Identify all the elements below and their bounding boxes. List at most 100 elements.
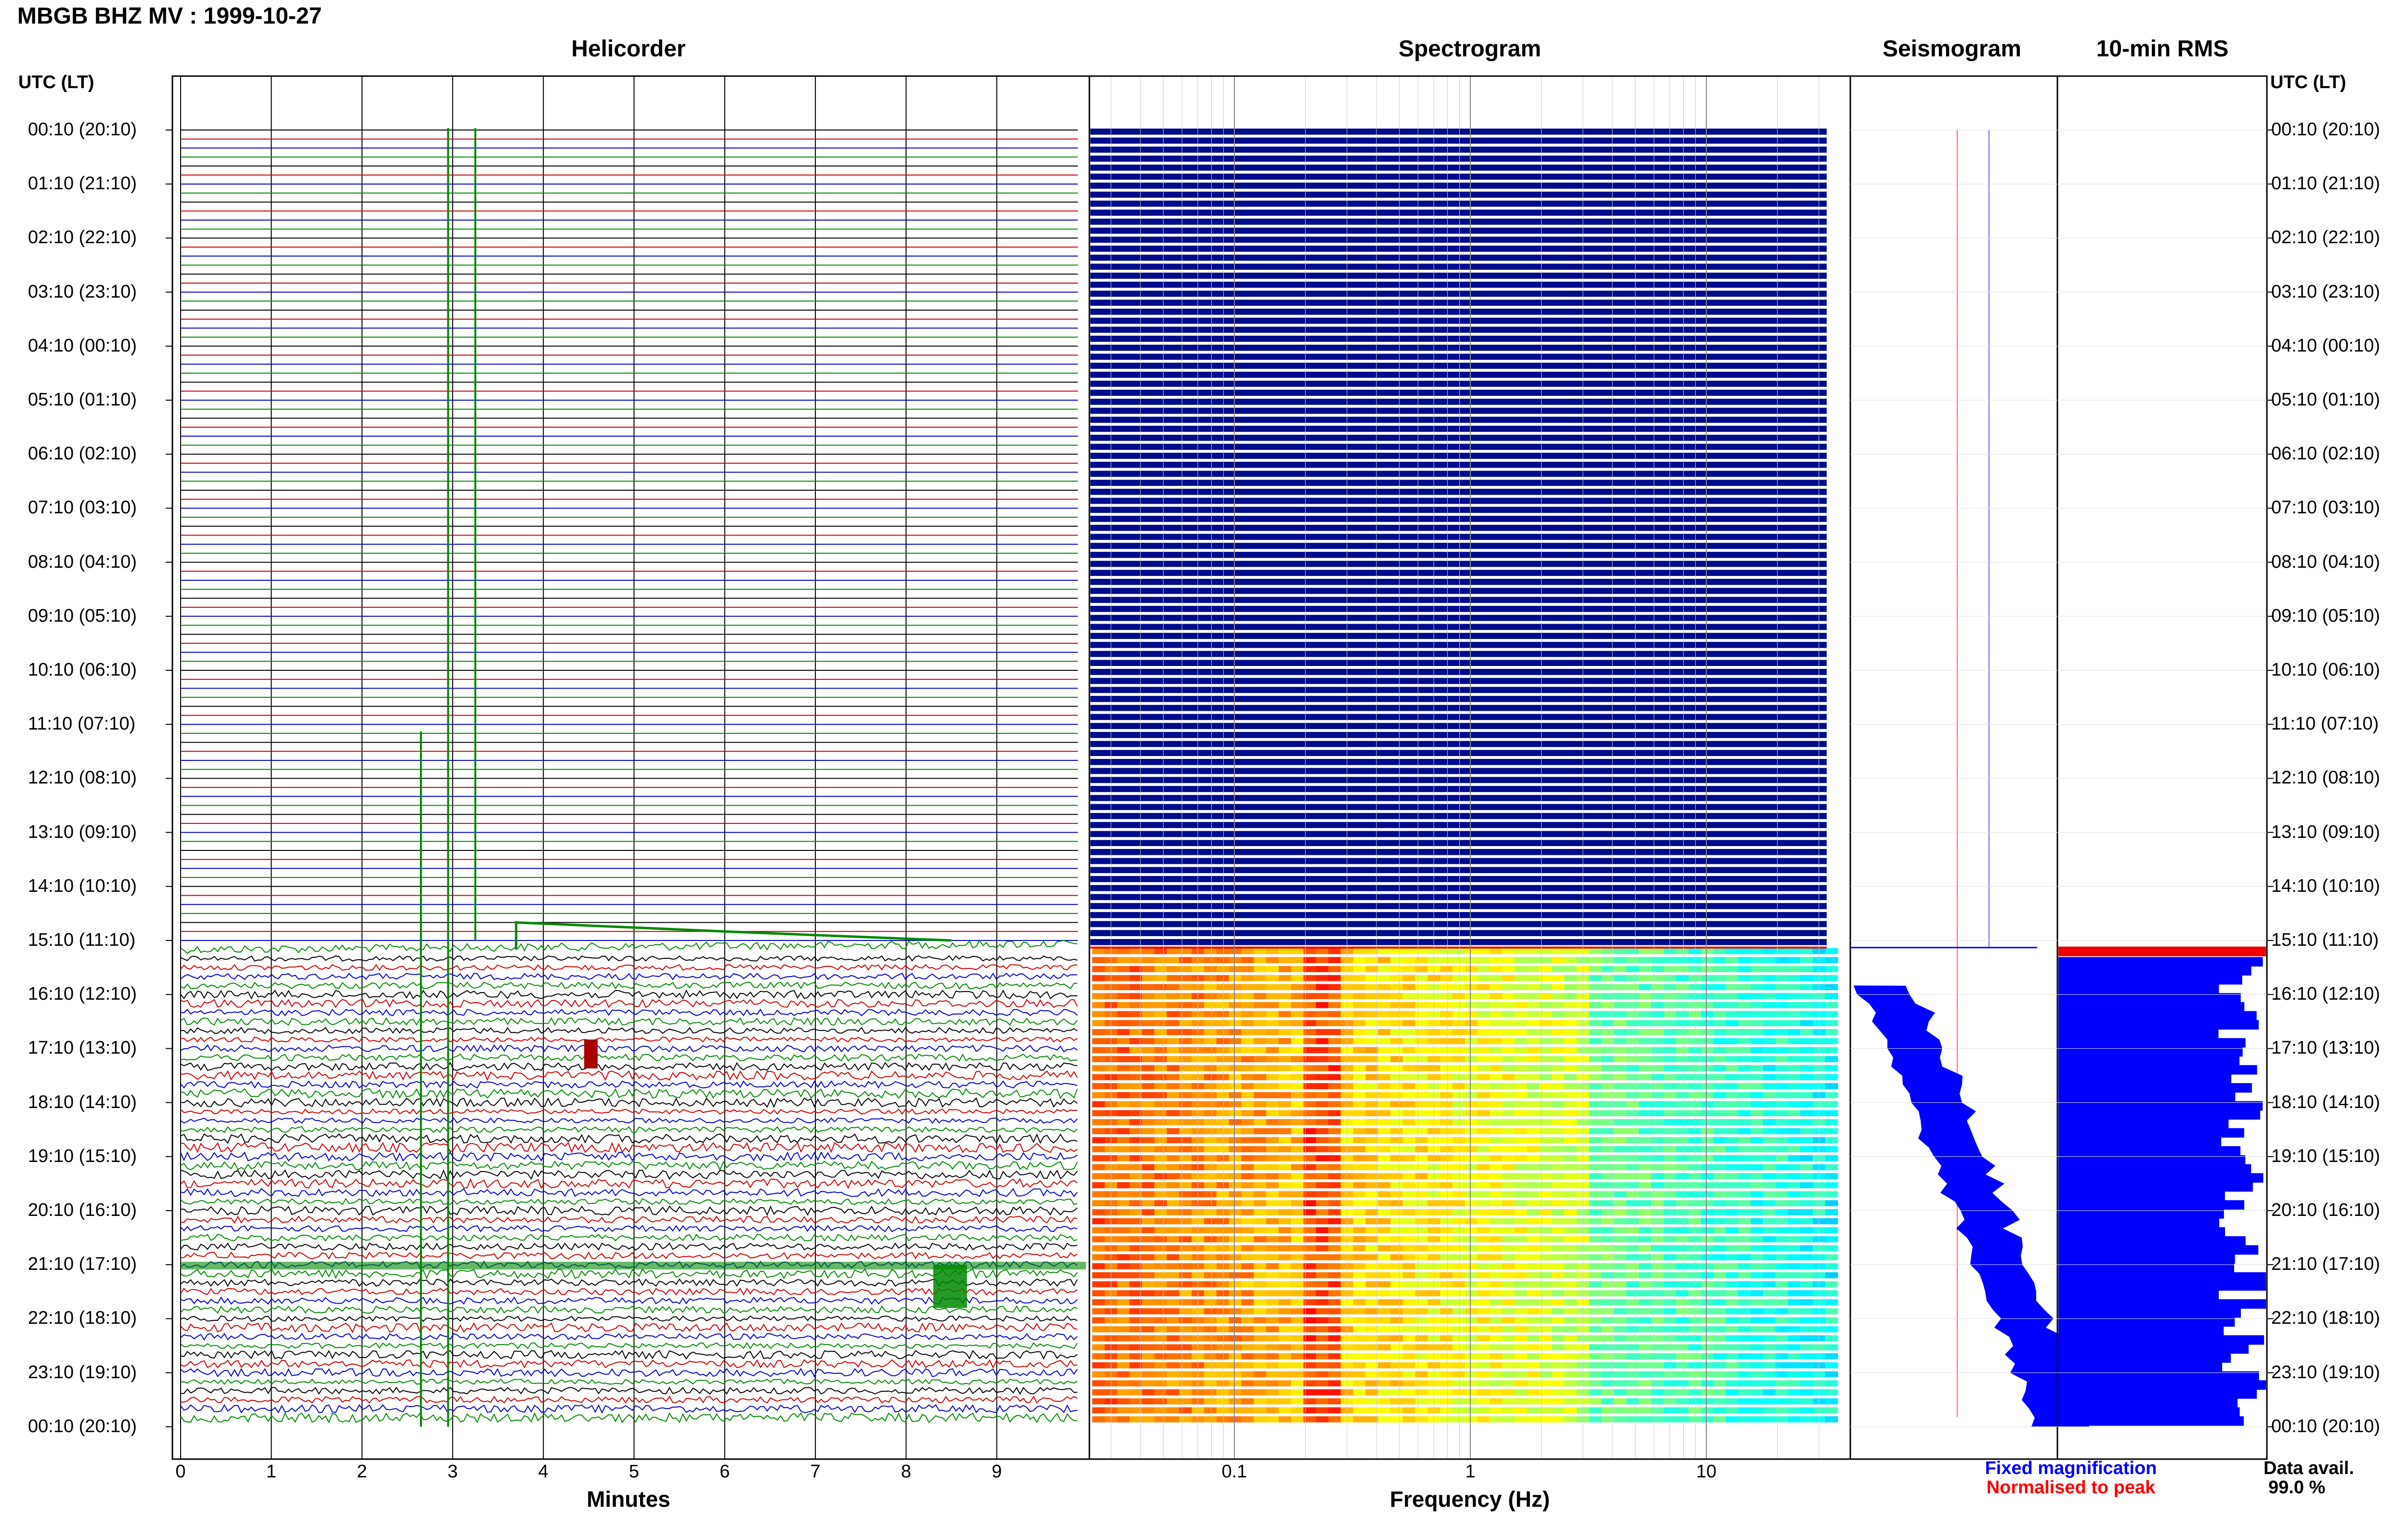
spectrogram-row bbox=[1090, 660, 1827, 666]
spectrogram-cell bbox=[1390, 1056, 1403, 1062]
spectrogram-cell bbox=[1800, 1065, 1813, 1071]
spectrogram-cell bbox=[1254, 1083, 1267, 1089]
spectrogram-cell bbox=[1763, 1281, 1776, 1288]
spectrogram-cell bbox=[1490, 1371, 1503, 1378]
spectrogram-cell bbox=[1465, 1047, 1478, 1054]
spectrogram-cell bbox=[1266, 1191, 1279, 1198]
spectrogram-cell bbox=[1527, 1065, 1540, 1071]
spectrogram-cell bbox=[1502, 1002, 1515, 1008]
spectrogram-cell bbox=[1527, 1119, 1540, 1125]
spectrogram-cell bbox=[1328, 1083, 1341, 1089]
spectrogram-cell bbox=[1154, 993, 1167, 999]
spectrogram-cell bbox=[1291, 1281, 1304, 1288]
spectrogram-cell bbox=[1229, 1254, 1242, 1261]
spectrogram-cell bbox=[1241, 1092, 1255, 1098]
spectrogram-cell bbox=[1427, 1326, 1441, 1332]
spectrogram-cell bbox=[1402, 1407, 1416, 1414]
spectrogram-cell bbox=[1663, 975, 1677, 981]
spectrogram-cell bbox=[1328, 966, 1341, 972]
spectrogram-cell bbox=[1328, 948, 1341, 954]
spectrogram-cell bbox=[1353, 1101, 1366, 1108]
spectrogram-cell bbox=[1229, 975, 1242, 981]
spectrogram-cell bbox=[1763, 1380, 1776, 1386]
spectrogram-cell bbox=[1166, 1362, 1180, 1369]
spectrogram-cell bbox=[1229, 1110, 1242, 1116]
spectrogram-cell bbox=[1378, 1083, 1391, 1089]
spectrogram-cell bbox=[1390, 1029, 1403, 1035]
spectrogram-cell bbox=[1241, 1299, 1255, 1305]
spectrogram-cell bbox=[1564, 1254, 1577, 1261]
spectrogram-cell bbox=[1254, 1173, 1267, 1179]
spectrogram-cell bbox=[1651, 1083, 1664, 1089]
spectrogram-cell bbox=[1825, 1155, 1838, 1162]
spectrogram-cell bbox=[1490, 1146, 1503, 1152]
spectrogram-cell bbox=[1452, 948, 1466, 954]
spectrogram-cell bbox=[1825, 1299, 1838, 1305]
spectrogram-cell bbox=[1154, 1389, 1167, 1396]
spectrogram-cell bbox=[1402, 1020, 1416, 1026]
spectrogram-cell bbox=[1490, 1029, 1503, 1035]
spectrogram-cell bbox=[1266, 1002, 1279, 1008]
spectrogram-cell bbox=[1788, 1101, 1801, 1108]
spectrogram-cell bbox=[1179, 1398, 1192, 1405]
helicorder-trace bbox=[180, 981, 1078, 990]
spectrogram-cell bbox=[1663, 1371, 1677, 1378]
spectrogram-cell bbox=[1564, 1245, 1577, 1252]
spectrogram-cell bbox=[1713, 984, 1727, 991]
spectrogram-cell bbox=[1390, 1047, 1403, 1054]
spectrogram-cell bbox=[1614, 1227, 1627, 1234]
spectrogram-cell bbox=[1738, 1182, 1752, 1188]
helicorder-trace bbox=[180, 1386, 1078, 1395]
spectrogram-cell bbox=[1154, 1299, 1167, 1305]
spectrogram-cell bbox=[1738, 1335, 1752, 1342]
spectrogram-cell bbox=[1800, 1326, 1813, 1332]
spectrogram-cell bbox=[1191, 1380, 1205, 1386]
helicorder-event-burst bbox=[584, 1039, 598, 1069]
spectrogram-cell bbox=[1452, 957, 1466, 964]
time-label-left: 16:10 (12:10) bbox=[28, 984, 137, 1005]
spectrogram-cell bbox=[1738, 1299, 1752, 1305]
spectrogram-cell bbox=[1278, 1047, 1292, 1054]
spectrogram-cell bbox=[1179, 1029, 1192, 1035]
spectrogram-cell bbox=[1204, 1362, 1217, 1369]
spectrogram-cell bbox=[1688, 1002, 1701, 1008]
spectrogram-cell bbox=[1092, 1236, 1105, 1242]
spectrogram-cell bbox=[1626, 1290, 1639, 1296]
helicorder-tick-label: 8 bbox=[901, 1462, 911, 1482]
spectrogram-cell bbox=[1427, 1128, 1441, 1135]
spectrogram-cell bbox=[1415, 1065, 1428, 1071]
spectrogram-cell bbox=[1676, 1173, 1689, 1179]
spectrogram-cell bbox=[1092, 957, 1105, 964]
spectrogram-cell bbox=[1229, 1029, 1242, 1035]
spectrogram-cell bbox=[1763, 1317, 1776, 1324]
spectrogram-cell bbox=[1701, 1398, 1714, 1405]
spectrogram-cell bbox=[1241, 1029, 1255, 1035]
spectrogram-cell bbox=[1614, 1308, 1627, 1315]
spectrogram-cell bbox=[1552, 1065, 1565, 1071]
spectrogram-cell bbox=[1440, 975, 1453, 981]
spectrogram-cell bbox=[1266, 1254, 1279, 1261]
spectrogram-cell bbox=[1726, 1389, 1739, 1396]
spectrogram-row bbox=[1090, 867, 1827, 874]
spectrogram-cell bbox=[1638, 993, 1652, 999]
spectrogram-cell bbox=[1651, 1164, 1664, 1171]
spectrogram-cell bbox=[1427, 1416, 1441, 1423]
spectrogram-cell bbox=[1514, 966, 1528, 972]
spectrogram-cell bbox=[1440, 1119, 1453, 1125]
spectrogram-cell bbox=[1663, 1398, 1677, 1405]
spectrogram-cell bbox=[1179, 1218, 1192, 1225]
spectrogram-cell bbox=[1254, 1407, 1267, 1414]
spectrogram-cell bbox=[1204, 966, 1217, 972]
spectrogram-cell bbox=[1452, 1137, 1466, 1144]
spectrogram-cell bbox=[1465, 1317, 1478, 1324]
spectrogram-cell bbox=[1564, 1209, 1577, 1215]
spectrogram-cell bbox=[1576, 1020, 1590, 1026]
spectrogram-cell bbox=[1788, 1047, 1801, 1054]
spectrogram-cell bbox=[1576, 1227, 1590, 1234]
spectrogram-cell bbox=[1477, 1074, 1491, 1081]
spectrogram-cell bbox=[1788, 1254, 1801, 1261]
spectrogram-cell bbox=[1142, 1299, 1155, 1305]
spectrogram-cell bbox=[1763, 1200, 1776, 1206]
spectrogram-cell bbox=[1713, 1389, 1727, 1396]
spectrogram-cell bbox=[1241, 966, 1255, 972]
